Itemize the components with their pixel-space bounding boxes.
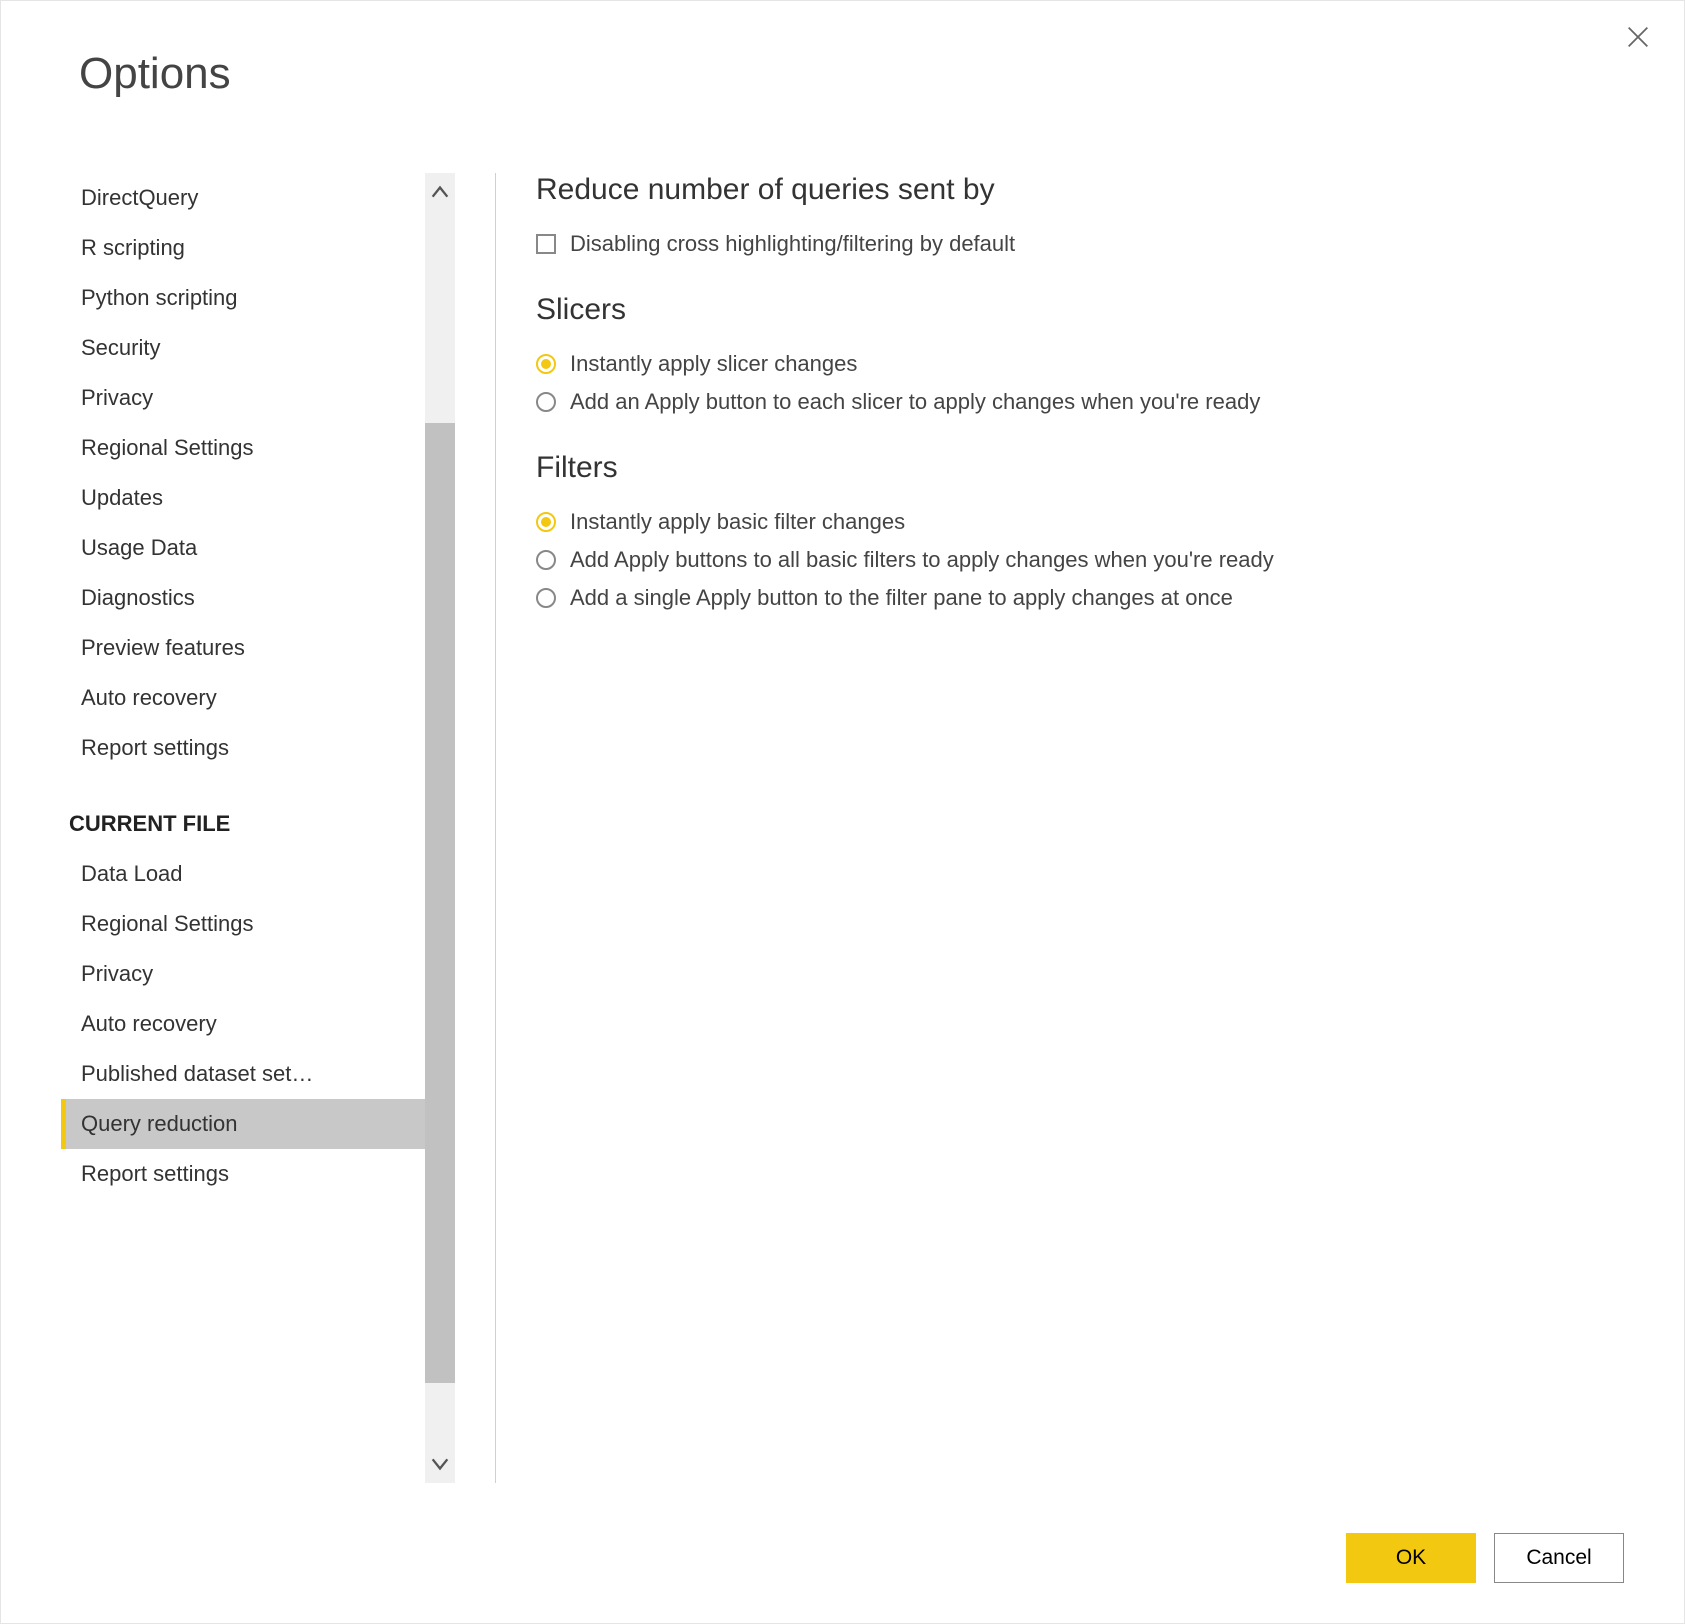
filter-radio[interactable]: Add Apply buttons to all basic filters t… — [536, 541, 1624, 579]
dialog-title: Options — [79, 49, 231, 99]
filter-radio[interactable]: Instantly apply basic filter changes — [536, 503, 1624, 541]
sidebar-item[interactable]: Data Load — [61, 849, 455, 899]
sidebar-item[interactable]: Security — [61, 323, 455, 373]
options-dialog: Options DirectQueryR scriptingPython scr… — [0, 0, 1685, 1624]
scroll-down-icon[interactable] — [425, 1443, 455, 1483]
checkbox-label: Disabling cross highlighting/filtering b… — [570, 231, 1015, 257]
radio-label: Add an Apply button to each slicer to ap… — [570, 389, 1260, 415]
sidebar-item[interactable]: Updates — [61, 473, 455, 523]
sidebar-item[interactable]: Preview features — [61, 623, 455, 673]
divider — [495, 173, 496, 1483]
sidebar-item[interactable]: Regional Settings — [61, 899, 455, 949]
reduce-heading: Reduce number of queries sent by — [536, 173, 1624, 207]
ok-button[interactable]: OK — [1346, 1533, 1476, 1583]
scroll-thumb[interactable] — [425, 423, 455, 1383]
radio-icon — [536, 588, 556, 608]
sidebar-item[interactable]: Report settings — [61, 723, 455, 773]
content-pane: Reduce number of queries sent by Disabli… — [536, 173, 1624, 1483]
slicer-radio[interactable]: Add an Apply button to each slicer to ap… — [536, 383, 1624, 421]
sidebar-section-header: CURRENT FILE — [61, 773, 455, 849]
slicer-radio[interactable]: Instantly apply slicer changes — [536, 345, 1624, 383]
sidebar-item[interactable]: R scripting — [61, 223, 455, 273]
dialog-footer: OK Cancel — [1346, 1533, 1624, 1583]
filter-radio[interactable]: Add a single Apply button to the filter … — [536, 579, 1624, 617]
radio-icon — [536, 512, 556, 532]
radio-icon — [536, 354, 556, 374]
radio-icon — [536, 392, 556, 412]
sidebar-item[interactable]: Regional Settings — [61, 423, 455, 473]
checkbox-icon — [536, 234, 556, 254]
sidebar-item[interactable]: Auto recovery — [61, 673, 455, 723]
sidebar-item[interactable]: Usage Data — [61, 523, 455, 573]
slicers-heading: Slicers — [536, 293, 1624, 327]
sidebar-item[interactable]: Report settings — [61, 1149, 455, 1199]
sidebar-scrollbar[interactable] — [425, 173, 455, 1483]
sidebar-item[interactable]: DirectQuery — [61, 173, 455, 223]
radio-label: Add a single Apply button to the filter … — [570, 585, 1233, 611]
sidebar-item[interactable]: Privacy — [61, 373, 455, 423]
filters-heading: Filters — [536, 451, 1624, 485]
sidebar: DirectQueryR scriptingPython scriptingSe… — [61, 173, 455, 1483]
scroll-up-icon[interactable] — [425, 173, 455, 213]
sidebar-item[interactable]: Diagnostics — [61, 573, 455, 623]
sidebar-item[interactable]: Query reduction — [61, 1099, 455, 1149]
sidebar-item[interactable]: Privacy — [61, 949, 455, 999]
close-icon[interactable] — [1624, 23, 1652, 51]
sidebar-item[interactable]: Auto recovery — [61, 999, 455, 1049]
sidebar-item[interactable]: Python scripting — [61, 273, 455, 323]
radio-label: Instantly apply slicer changes — [570, 351, 857, 377]
radio-icon — [536, 550, 556, 570]
radio-label: Instantly apply basic filter changes — [570, 509, 905, 535]
disable-cross-checkbox[interactable]: Disabling cross highlighting/filtering b… — [536, 225, 1624, 263]
cancel-button[interactable]: Cancel — [1494, 1533, 1624, 1583]
sidebar-item[interactable]: Published dataset set… — [61, 1049, 455, 1099]
radio-label: Add Apply buttons to all basic filters t… — [570, 547, 1274, 573]
